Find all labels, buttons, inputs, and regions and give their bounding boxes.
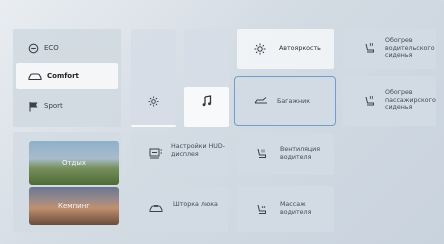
hud-settings-tile[interactable]: Настройки HUD-дисплея: [131, 133, 228, 175]
scenes-panel: Отдых Кемпинг: [13, 132, 121, 232]
brightness-slider[interactable]: [131, 29, 176, 127]
scene-camping-label: Кемпинг: [58, 202, 90, 210]
hatch-curtain-tile[interactable]: Шторка люка: [131, 186, 228, 232]
driver-ventilation-label: Вентиляция водителя: [280, 146, 321, 161]
driver-seat-heating-label: Обогрев водительского сиденья: [385, 37, 435, 59]
car-roof-icon: [149, 204, 163, 213]
hatch-curtain-label: Шторка люка: [173, 201, 218, 208]
driver-massage-tile[interactable]: Массаж водителя: [237, 186, 334, 232]
passenger-seat-icon: [364, 95, 375, 107]
mode-eco-button[interactable]: ECO: [16, 35, 118, 61]
mode-sport-button[interactable]: Sport: [16, 93, 118, 119]
passenger-seat-heating-label: Обогрев пассажирского сиденья: [385, 89, 436, 111]
heated-seat-icon: [364, 42, 375, 54]
mode-sport-label: Sport: [44, 102, 63, 110]
mode-comfort-label: Comfort: [47, 72, 79, 80]
scene-rest-label: Отдых: [61, 159, 87, 167]
car-icon: [28, 72, 42, 81]
auto-brightness-tile[interactable]: Автояркость: [237, 29, 334, 69]
volume-slider-fill: [184, 87, 229, 127]
trunk-label: Багажник: [277, 98, 311, 105]
massage-seat-icon: [256, 204, 267, 215]
passenger-seat-heating-tile[interactable]: Обогрев пассажирского сиденья: [343, 76, 436, 126]
trunk-icon: [254, 96, 268, 106]
brightness-slider-fill: [131, 125, 176, 127]
scene-card-rest[interactable]: Отдых: [29, 141, 119, 185]
trunk-tile[interactable]: Багажник: [234, 76, 336, 126]
auto-brightness-label: Автояркость: [279, 45, 321, 52]
climate-control-screen: ECO Comfort Sport Отдых Кемпинг Автоярко…: [0, 0, 444, 244]
drive-mode-panel: ECO Comfort Sport: [13, 29, 121, 127]
volume-slider[interactable]: [184, 29, 229, 127]
eco-icon: [28, 43, 39, 54]
driver-massage-label: Массаж водителя: [280, 201, 312, 216]
mode-comfort-button[interactable]: Comfort: [16, 63, 118, 89]
hud-settings-label: Настройки HUD-дисплея: [171, 143, 226, 158]
hud-icon: [149, 148, 163, 159]
sun-icon: [148, 96, 159, 107]
auto-brightness-icon: [254, 43, 266, 55]
seat-ventilation-icon: [256, 148, 267, 159]
driver-seat-heating-tile[interactable]: Обогрев водительского сиденья: [343, 29, 436, 69]
mode-eco-label: ECO: [44, 44, 59, 52]
scene-card-camping[interactable]: Кемпинг: [29, 187, 119, 225]
flag-icon: [28, 101, 39, 112]
driver-ventilation-tile[interactable]: Вентиляция водителя: [237, 133, 334, 175]
music-note-icon: [201, 95, 212, 107]
